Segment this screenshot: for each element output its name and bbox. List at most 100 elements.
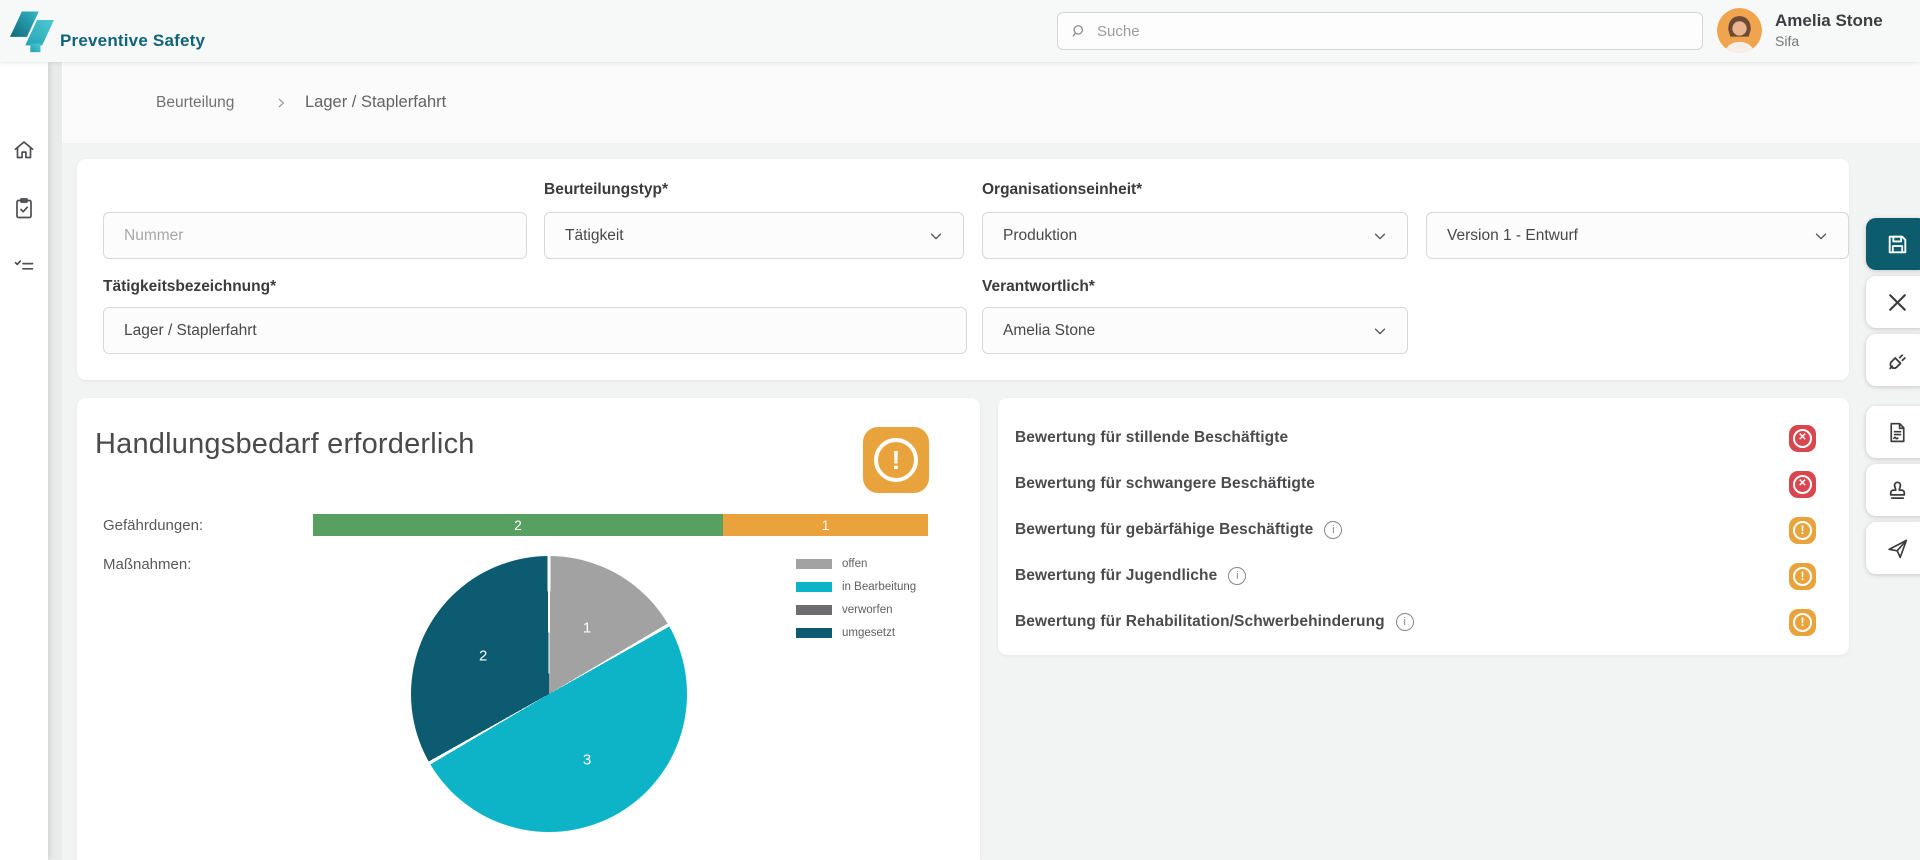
bewertung-row[interactable]: Bewertung für schwangere Beschäftigte ✕ — [1015, 461, 1816, 507]
user-menu[interactable]: Amelia Stone Sifa — [1717, 8, 1883, 53]
legend-item: umgesetzt — [796, 627, 916, 639]
version-value: Version 1 - Entwurf — [1447, 227, 1578, 245]
legend-label: verworfen — [842, 604, 893, 616]
bewertung-label: Bewertung für gebärfähige Beschäftigte — [1015, 521, 1313, 539]
bewertung-label: Bewertung für Rehabilitation/Schwerbehin… — [1015, 613, 1385, 631]
massnahmen-pie-chart: 132 — [411, 556, 687, 832]
card-title: Handlungsbedarf erforderlich — [95, 428, 475, 461]
sidebar-item-home[interactable] — [12, 138, 36, 162]
user-role: Sifa — [1775, 33, 1883, 50]
user-name: Amelia Stone — [1775, 11, 1883, 31]
bar-segment: 2 — [313, 514, 723, 536]
topbar: Preventive Safety — [0, 0, 1920, 62]
taetigkeitsbezeichnung-input[interactable] — [103, 307, 967, 354]
pie-legend: offen in Bearbeitung verworfen umgesetzt — [796, 558, 916, 650]
info-icon[interactable]: i — [1396, 613, 1414, 631]
search-input[interactable] — [1097, 23, 1690, 40]
beurteilungstyp-label: Beurteilungstyp* — [544, 181, 668, 199]
checklist-icon — [12, 254, 36, 278]
chevron-down-icon — [1371, 227, 1389, 245]
avatar — [1717, 8, 1762, 53]
warning-icon: ! — [863, 427, 929, 493]
beurteilungstyp-value: Tätigkeit — [565, 227, 624, 245]
bewertung-label: Bewertung für schwangere Beschäftigte — [1015, 475, 1315, 493]
verantwortlich-select[interactable]: Amelia Stone — [982, 307, 1408, 354]
bewertung-row[interactable]: Bewertung für stillende Beschäftigte ✕ — [1015, 415, 1816, 461]
clipboard-check-icon — [12, 196, 36, 220]
massnahmen-label: Maßnahmen: — [103, 556, 191, 573]
chevron-right-icon — [274, 62, 288, 143]
save-icon — [1885, 232, 1910, 257]
gefaehrdungen-label: Gefährdungen: — [103, 517, 203, 534]
organisationseinheit-label: Organisationseinheit* — [982, 181, 1142, 199]
bewertung-label: Bewertung für stillende Beschäftigte — [1015, 429, 1288, 447]
side-toolbar — [1866, 218, 1920, 574]
status-warning-icon[interactable]: ! — [1789, 563, 1816, 590]
status-warning-icon[interactable]: ! — [1789, 517, 1816, 544]
breadcrumb-section[interactable]: Beurteilung — [156, 62, 234, 143]
legend-label: offen — [842, 558, 867, 570]
send-icon — [1885, 536, 1910, 561]
document-signature-icon — [1885, 420, 1910, 445]
sidebar-item-checklist[interactable] — [12, 254, 36, 278]
handlungsbedarf-card: Handlungsbedarf erforderlich ! Gefährdun… — [77, 398, 980, 860]
status-warning-icon[interactable]: ! — [1789, 609, 1816, 636]
bewertung-row[interactable]: Bewertung für gebärfähige Beschäftigte i! — [1015, 507, 1816, 553]
search-icon — [1070, 22, 1088, 40]
send-button[interactable] — [1866, 522, 1920, 574]
legend-item: verworfen — [796, 604, 916, 616]
document-signature-button[interactable] — [1866, 406, 1920, 458]
brand-name: Preventive Safety — [60, 31, 205, 51]
breadcrumb: Beurteilung Lager / Staplerfahrt — [62, 62, 1920, 143]
bar-segment: 1 — [723, 514, 928, 536]
gefaehrdungen-bar: 21 — [313, 514, 928, 536]
version-select[interactable]: Version 1 - Entwurf — [1426, 212, 1849, 259]
breadcrumb-current[interactable]: Lager / Staplerfahrt — [305, 62, 446, 143]
bewertung-row[interactable]: Bewertung für Jugendliche i! — [1015, 553, 1816, 599]
stamp-icon — [1885, 478, 1910, 503]
close-button[interactable] — [1866, 276, 1920, 328]
chevron-down-icon — [1371, 322, 1389, 340]
stamp-button[interactable] — [1866, 464, 1920, 516]
verantwortlich-label: Verantwortlich* — [982, 278, 1095, 296]
verantwortlich-value: Amelia Stone — [1003, 322, 1095, 340]
pie-slice-value: 1 — [583, 620, 591, 637]
legend-swatch — [796, 628, 832, 638]
status-error-icon[interactable]: ✕ — [1789, 471, 1816, 498]
sidebar-item-clipboard-check[interactable] — [12, 196, 36, 220]
toolbar-divider — [1866, 392, 1920, 400]
beurteilungstyp-select[interactable]: Tätigkeit — [544, 212, 964, 259]
chevron-down-icon — [1812, 227, 1830, 245]
legend-swatch — [796, 605, 832, 615]
info-icon[interactable]: i — [1324, 521, 1342, 539]
search-box — [1057, 12, 1703, 50]
plug-icon — [1885, 348, 1910, 373]
nummer-input[interactable] — [103, 212, 527, 259]
save-button[interactable] — [1866, 218, 1920, 270]
plug-button[interactable] — [1866, 334, 1920, 386]
app-logo[interactable]: Preventive Safety — [10, 8, 205, 54]
organisationseinheit-select[interactable]: Produktion — [982, 212, 1408, 259]
status-error-icon[interactable]: ✕ — [1789, 425, 1816, 452]
sidebar-gutter — [48, 62, 62, 860]
bewertung-row[interactable]: Bewertung für Rehabilitation/Schwerbehin… — [1015, 599, 1816, 645]
close-icon — [1885, 290, 1910, 315]
legend-label: in Bearbeitung — [842, 581, 916, 593]
pie-slice-value: 3 — [583, 751, 591, 768]
sidebar — [0, 62, 48, 860]
pie-chart — [411, 556, 687, 832]
app-screen: Preventive Safety — [0, 0, 1920, 860]
assessment-form-card: Beurteilungstyp* Tätigkeit Organisations… — [77, 159, 1849, 380]
legend-label: umgesetzt — [842, 627, 895, 639]
info-icon[interactable]: i — [1228, 567, 1246, 585]
taetigkeitsbezeichnung-label: Tätigkeitsbezeichnung* — [103, 278, 276, 296]
legend-item: offen — [796, 558, 916, 570]
legend-swatch — [796, 582, 832, 592]
logo-icon — [10, 8, 54, 54]
bewertungen-card: Bewertung für stillende Beschäftigte✕Bew… — [998, 398, 1849, 655]
organisationseinheit-value: Produktion — [1003, 227, 1077, 245]
legend-swatch — [796, 559, 832, 569]
bewertung-label: Bewertung für Jugendliche — [1015, 567, 1217, 585]
chevron-down-icon — [927, 227, 945, 245]
legend-item: in Bearbeitung — [796, 581, 916, 593]
